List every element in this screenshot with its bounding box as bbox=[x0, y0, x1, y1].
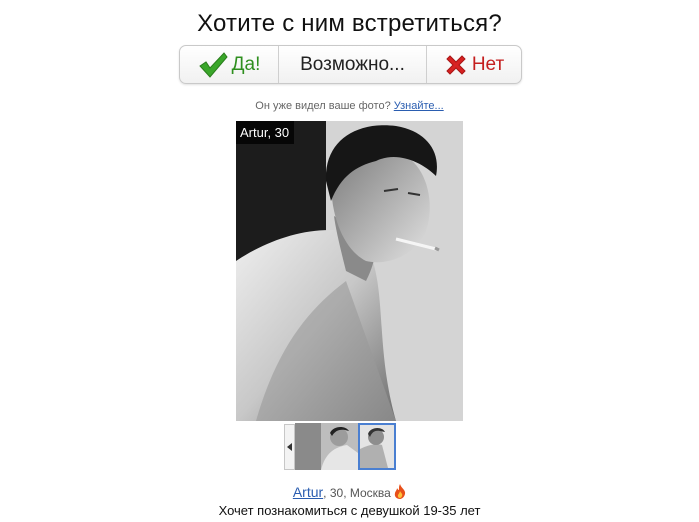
portrait-image bbox=[236, 121, 463, 421]
thumbnail-photo-selected[interactable] bbox=[358, 423, 396, 470]
profile-line: Artur, 30, Москва bbox=[0, 484, 699, 502]
seen-photo-line: Он уже видел ваше фото? Узнайте... bbox=[0, 100, 699, 112]
yes-label: Да! bbox=[231, 53, 261, 75]
question-heading: Хотите с ним встретиться? bbox=[197, 10, 502, 37]
yes-button[interactable]: Да! bbox=[180, 46, 278, 83]
thumbnail-photo[interactable] bbox=[295, 423, 358, 470]
find-out-link[interactable]: Узнайте... bbox=[394, 100, 444, 112]
no-button[interactable]: Нет bbox=[426, 46, 521, 83]
profile-name-link[interactable]: Artur bbox=[293, 484, 323, 500]
cross-icon bbox=[446, 54, 466, 75]
thumbnail-image bbox=[360, 425, 394, 468]
maybe-label: Возможно... bbox=[300, 53, 405, 75]
choice-bar: Да! Возможно... Нет bbox=[179, 45, 522, 84]
thumbnail-strip bbox=[284, 423, 396, 470]
previous-thumbnails-button[interactable] bbox=[284, 423, 295, 470]
maybe-button[interactable]: Возможно... bbox=[278, 46, 426, 83]
seen-photo-text: Он уже видел ваше фото? bbox=[255, 100, 391, 112]
profile-details: , 30, Москва bbox=[323, 486, 391, 500]
thumbnail-image bbox=[295, 423, 358, 470]
looking-for-text: Хочет познакомиться с девушкой 19-35 лет bbox=[218, 503, 481, 518]
fire-icon bbox=[394, 484, 406, 502]
triangle-left-icon bbox=[286, 442, 292, 451]
page: Хотите с ним встретиться? Да! Возможно..… bbox=[0, 0, 699, 522]
main-photo[interactable]: Artur, 30 bbox=[236, 121, 463, 421]
photo-name-age-tag: Artur, 30 bbox=[236, 121, 295, 144]
checkmark-icon bbox=[198, 51, 228, 78]
no-label: Нет bbox=[471, 53, 505, 75]
